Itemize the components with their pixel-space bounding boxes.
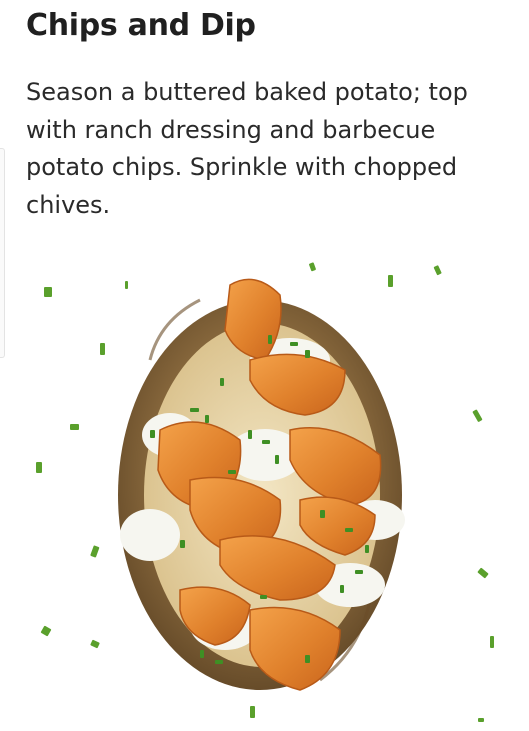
recipe-description: Season a buttered baked potato; top with… — [26, 78, 468, 219]
recipe-title: Chips and Dip — [26, 8, 256, 43]
loaded-potato-photo — [36, 262, 494, 722]
